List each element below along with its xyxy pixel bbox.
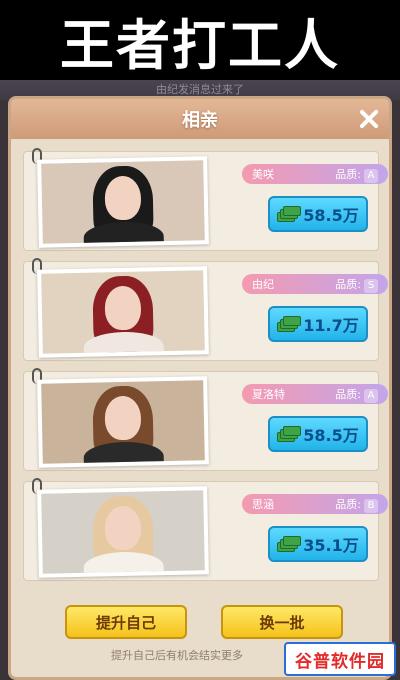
- price-button[interactable]: 11.7万: [268, 306, 368, 342]
- watermark-text: 谷普软件园: [295, 651, 385, 672]
- title-banner: 王者打工人: [0, 0, 400, 80]
- money-icon: [277, 426, 302, 442]
- improve-self-button[interactable]: 提升自己: [65, 605, 187, 639]
- matchmaking-dialog: 相亲 美咲 品质: A 58.5万 由纪 品质: S 11.7万 夏洛特 品质:…: [8, 96, 392, 680]
- candidate-photo: [37, 376, 209, 468]
- candidate-card[interactable]: 夏洛特 品质: A 58.5万: [23, 368, 388, 471]
- candidate-info: 由纪 品质: S: [242, 274, 388, 294]
- site-watermark: 谷普软件园: [284, 642, 396, 676]
- grade-label: 品质:: [335, 167, 361, 181]
- game-title: 王者打工人: [60, 13, 340, 77]
- close-icon[interactable]: [357, 107, 381, 131]
- price-button[interactable]: 35.1万: [268, 526, 368, 562]
- grade-badge: A: [364, 388, 378, 403]
- candidate-photo: [37, 486, 209, 578]
- candidate-name: 夏洛特: [252, 388, 285, 401]
- grade-badge: A: [364, 168, 378, 183]
- price-value: 58.5万: [303, 206, 359, 225]
- candidate-photo: [37, 156, 209, 248]
- candidate-info: 夏洛特 品质: A: [242, 384, 388, 404]
- money-icon: [277, 536, 302, 552]
- grade-badge: S: [364, 278, 378, 293]
- money-icon: [277, 206, 302, 222]
- price-button[interactable]: 58.5万: [268, 416, 368, 452]
- grade-label: 品质:: [335, 387, 361, 401]
- price-button[interactable]: 58.5万: [268, 196, 368, 232]
- candidate-info: 思涵 品质: B: [242, 494, 388, 514]
- candidate-card[interactable]: 由纪 品质: S 11.7万: [23, 258, 388, 361]
- money-icon: [277, 316, 302, 332]
- candidate-photo: [37, 266, 209, 358]
- price-value: 11.7万: [303, 316, 359, 335]
- candidate-info: 美咲 品质: A: [242, 164, 388, 184]
- candidate-card[interactable]: 美咲 品质: A 58.5万: [23, 148, 388, 251]
- price-value: 35.1万: [303, 536, 359, 555]
- candidate-name: 思涵: [252, 498, 274, 511]
- dialog-header: 相亲: [11, 99, 389, 139]
- candidate-name: 由纪: [252, 278, 274, 291]
- grade-label: 品质:: [335, 277, 361, 291]
- refresh-batch-button[interactable]: 换一批: [221, 605, 343, 639]
- price-value: 58.5万: [303, 426, 359, 445]
- grade-badge: B: [364, 498, 378, 513]
- dialog-title: 相亲: [182, 110, 218, 131]
- candidate-card[interactable]: 思涵 品质: B 35.1万: [23, 478, 388, 581]
- candidate-name: 美咲: [252, 168, 274, 181]
- grade-label: 品质:: [335, 497, 361, 511]
